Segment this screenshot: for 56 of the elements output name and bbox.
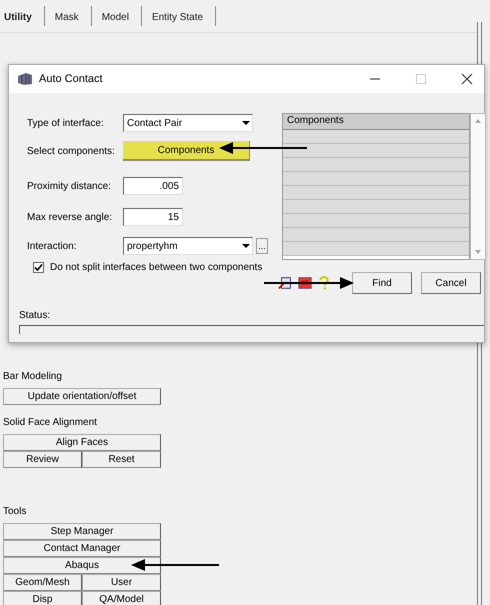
interface-type-dropdown[interactable]: Contact Pair <box>123 114 253 132</box>
list-row[interactable] <box>283 228 469 242</box>
tab[interactable]: Entity State <box>142 6 216 26</box>
field-label: Proximity distance: <box>27 180 112 192</box>
list-row[interactable] <box>283 242 469 256</box>
column-header: Components <box>283 114 469 130</box>
list-row[interactable] <box>283 172 469 186</box>
tool-button[interactable]: Align Faces <box>3 434 161 451</box>
field-label: Select components: <box>27 146 116 156</box>
tool-button[interactable]: Step Manager <box>3 523 161 540</box>
arrow-icon <box>131 559 219 571</box>
window-title: Auto Contact <box>39 73 104 85</box>
section-title: Solid Face Alignment <box>3 417 98 430</box>
input-field[interactable]: .005 <box>123 177 183 195</box>
field-label: Max reverse angle: <box>27 212 114 222</box>
list-row[interactable] <box>283 186 469 200</box>
dropdown-arrow-icon[interactable] <box>242 243 250 249</box>
scrollbar[interactable] <box>470 113 486 260</box>
app-icon <box>17 72 33 86</box>
input-field[interactable]: 15 <box>123 208 183 226</box>
section-title: Bar Modeling <box>3 371 63 384</box>
split-icon[interactable] <box>278 275 294 291</box>
arrow-icon <box>219 142 307 154</box>
dialog-button[interactable]: Cancel <box>421 272 481 294</box>
status-label: Status: <box>19 310 50 321</box>
tool-button[interactable]: Update orientation/offset <box>3 388 161 405</box>
tab[interactable]: Mask <box>44 6 92 26</box>
tool-button[interactable]: User <box>82 574 161 591</box>
arrow-icon <box>264 277 354 289</box>
close-icon[interactable] <box>460 72 474 86</box>
tool-button[interactable]: Abaqus <box>3 557 161 574</box>
list-row[interactable] <box>283 200 469 214</box>
checkbox[interactable] <box>33 262 44 273</box>
checkbox-label: Do not split interfaces between two components <box>50 262 262 273</box>
field-label: Type of interface: <box>27 118 105 128</box>
tab[interactable]: Utility <box>2 6 45 26</box>
tool-button[interactable]: Contact Manager <box>3 540 161 557</box>
section-title: Tools <box>3 506 28 519</box>
tool-button[interactable]: Review <box>3 451 82 468</box>
components-button[interactable]: Components <box>123 141 250 161</box>
tool-button[interactable]: QA/Model <box>82 591 161 605</box>
tab[interactable]: Model <box>92 6 142 26</box>
browse-button[interactable]: ... <box>256 238 268 254</box>
interaction-dropdown[interactable]: propertyhm <box>123 237 253 255</box>
field-label: Interaction: <box>27 240 78 252</box>
list-row[interactable] <box>283 214 469 228</box>
components-list[interactable]: Components <box>282 113 470 260</box>
maximize-icon[interactable] <box>414 72 428 86</box>
list-row[interactable] <box>283 144 469 158</box>
list-row[interactable] <box>283 130 469 144</box>
dialog-button[interactable]: Find <box>352 272 412 294</box>
tool-button[interactable]: Disp <box>3 591 82 605</box>
dropdown-arrow-icon[interactable] <box>242 120 250 126</box>
list-row[interactable] <box>283 158 469 172</box>
tool-button[interactable]: Geom/Mesh <box>3 574 82 591</box>
tool-button[interactable]: Reset <box>82 451 161 468</box>
